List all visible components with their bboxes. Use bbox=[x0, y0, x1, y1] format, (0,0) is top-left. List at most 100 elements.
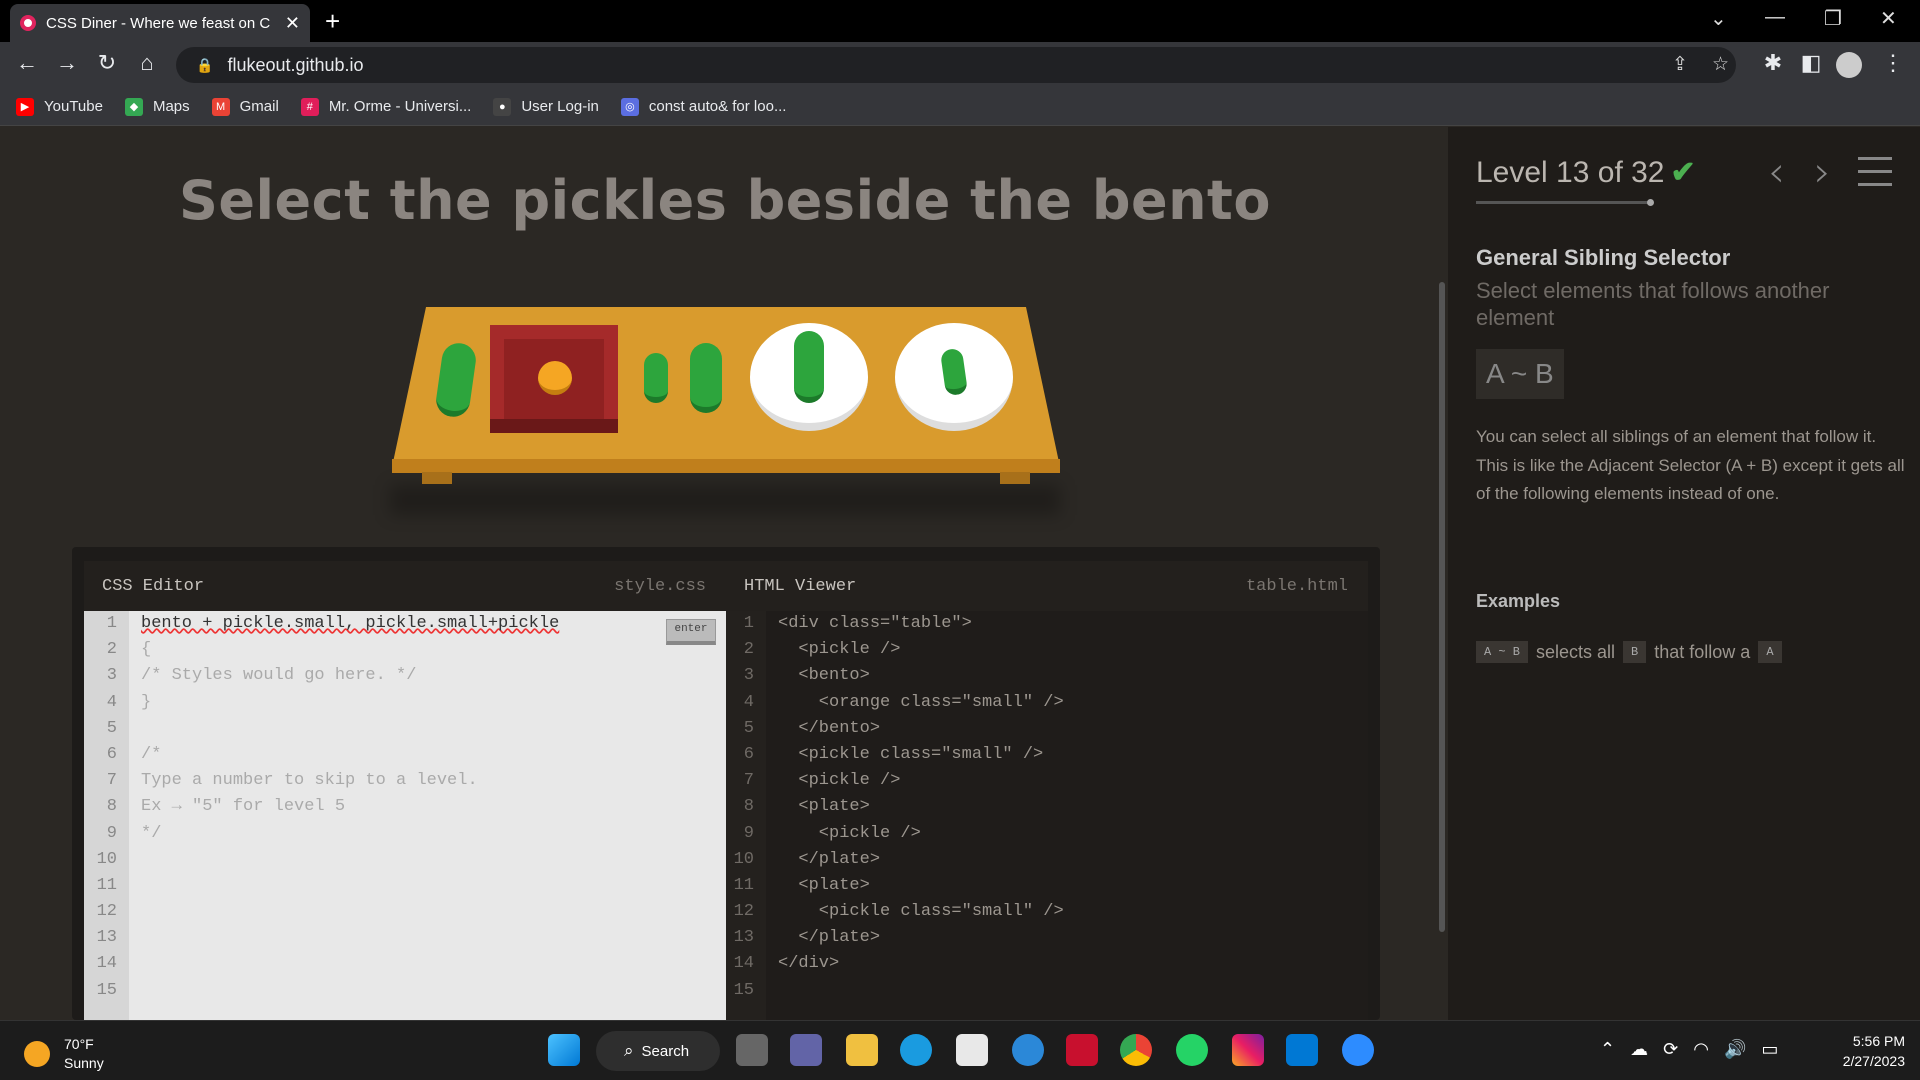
html-line bbox=[778, 978, 1064, 1004]
html-line-number: 8 bbox=[743, 797, 754, 817]
share-icon[interactable]: ⇪ bbox=[1672, 53, 1688, 76]
close-tab-icon[interactable]: ✕ bbox=[285, 13, 300, 34]
onedrive-icon[interactable]: ☁ bbox=[1630, 1039, 1648, 1059]
html-line-number: 10 bbox=[733, 849, 754, 869]
weather-widget[interactable]: 70°F Sunny bbox=[24, 1035, 104, 1073]
css-line-number: 11 bbox=[96, 875, 117, 895]
pickle-small-on-plate-2[interactable] bbox=[939, 347, 969, 397]
css-line: } bbox=[141, 692, 152, 712]
chrome-icon[interactable] bbox=[1120, 1034, 1152, 1066]
css-line-number: 4 bbox=[106, 692, 117, 712]
next-level-icon[interactable]: › bbox=[1814, 147, 1831, 196]
css-line: { bbox=[141, 640, 152, 660]
vscode-icon[interactable] bbox=[1286, 1034, 1318, 1066]
start-icon[interactable] bbox=[548, 1034, 580, 1066]
html-line-number: 11 bbox=[733, 875, 754, 895]
battery-icon[interactable]: ▭ bbox=[1761, 1039, 1778, 1059]
bookmark-slack[interactable]: # Mr. Orme - Universi... bbox=[300, 97, 471, 116]
sun-icon bbox=[24, 1041, 50, 1067]
html-line-number: 4 bbox=[743, 692, 754, 712]
whatsapp-icon[interactable] bbox=[1176, 1034, 1208, 1066]
new-tab-button[interactable]: + bbox=[325, 6, 340, 37]
task-view-icon[interactable] bbox=[736, 1034, 768, 1066]
html-line-number: 2 bbox=[743, 640, 754, 660]
close-window-icon[interactable]: ✕ bbox=[1880, 6, 1897, 31]
pickle-small[interactable] bbox=[644, 353, 668, 403]
enter-button[interactable]: enter bbox=[666, 619, 716, 645]
reload-icon[interactable]: ↻ bbox=[92, 50, 122, 76]
help-icon[interactable] bbox=[1012, 1034, 1044, 1066]
tray-chevron-icon[interactable]: ⌃ bbox=[1600, 1039, 1615, 1059]
teams-chat-icon[interactable] bbox=[790, 1034, 822, 1066]
orange-small[interactable] bbox=[538, 361, 572, 395]
plate-2[interactable] bbox=[895, 323, 1013, 431]
html-line-number: 13 bbox=[733, 928, 754, 948]
html-line-number: 7 bbox=[743, 771, 754, 791]
stackoverflow-icon: ◎ bbox=[620, 97, 639, 116]
sync-icon[interactable]: ⟳ bbox=[1663, 1039, 1678, 1059]
game-scrollbar[interactable] bbox=[1439, 282, 1445, 932]
pickle-on-plate-1[interactable] bbox=[794, 331, 824, 403]
html-line: <div class="table"> bbox=[778, 614, 972, 633]
html-line: <pickle /> bbox=[778, 823, 921, 843]
clock[interactable]: 5:56 PM 2/27/2023 bbox=[1815, 1031, 1905, 1071]
profile-avatar[interactable] bbox=[1836, 52, 1862, 78]
tab-search-chevron-icon[interactable]: ⌄ bbox=[1710, 6, 1727, 31]
forward-icon[interactable]: → bbox=[52, 50, 82, 76]
level-indicator: Level 13 of 32 ✔ bbox=[1476, 155, 1696, 190]
bookmark-maps[interactable]: ◆ Maps bbox=[124, 97, 190, 116]
level-menu-icon[interactable] bbox=[1858, 157, 1892, 196]
instagram-icon[interactable] bbox=[1232, 1034, 1264, 1066]
volume-icon[interactable]: 🔊 bbox=[1724, 1039, 1746, 1059]
html-line: <pickle class="small" /> bbox=[778, 744, 1044, 764]
html-filename: table.html bbox=[1245, 576, 1348, 596]
wifi-icon[interactable]: ◠ bbox=[1693, 1039, 1709, 1059]
bookmark-user-login[interactable]: ● User Log-in bbox=[493, 97, 599, 116]
slack-icon: # bbox=[300, 97, 319, 116]
taskbar-search[interactable]: ⌕ Search bbox=[596, 1031, 720, 1071]
bento-box[interactable] bbox=[490, 325, 618, 433]
css-code: bento + pickle.small, pickle.small+pickl… bbox=[141, 611, 559, 847]
bookmark-gmail[interactable]: M Gmail bbox=[211, 97, 279, 116]
css-line: Ex → "5" for level 5 bbox=[141, 797, 346, 817]
bookmark-const-auto[interactable]: ◎ const auto& for loo... bbox=[620, 97, 786, 116]
css-selector-input[interactable]: bento + pickle.small, pickle.small+pickl… bbox=[141, 614, 559, 633]
bookmark-youtube[interactable]: ▶ YouTube bbox=[16, 97, 103, 116]
extensions-icon[interactable]: ✱ bbox=[1758, 50, 1788, 76]
edge-icon[interactable] bbox=[900, 1034, 932, 1066]
table-leg-right bbox=[1000, 472, 1030, 484]
bookmark-star-icon[interactable]: ☆ bbox=[1712, 53, 1729, 76]
css-line bbox=[141, 716, 559, 742]
zoom-icon[interactable] bbox=[1342, 1034, 1374, 1066]
css-diner-favicon-icon bbox=[20, 15, 36, 31]
mcafee-icon[interactable] bbox=[1066, 1034, 1098, 1066]
side-panel-icon[interactable]: ◧ bbox=[1796, 50, 1826, 76]
dinner-table bbox=[392, 307, 1060, 484]
example-line: A ~ B selects all B that follow a A bbox=[1476, 641, 1790, 663]
css-line-number: 10 bbox=[96, 849, 117, 869]
restore-icon[interactable]: ❐ bbox=[1824, 6, 1842, 31]
plate-1[interactable] bbox=[750, 323, 868, 431]
browser-tab[interactable]: CSS Diner - Where we feast on C ✕ bbox=[10, 4, 310, 42]
previous-level-icon[interactable]: ‹ bbox=[1768, 147, 1785, 196]
css-filename: style.css bbox=[614, 576, 706, 596]
css-line-number: 2 bbox=[106, 640, 117, 660]
search-label: Search bbox=[641, 1042, 690, 1060]
example-code-a: A bbox=[1758, 641, 1782, 663]
css-line-numbers: 1 2 3 4 5 6 7 8 9 10 11 12 13 14 15 bbox=[84, 611, 129, 1020]
address-bar[interactable]: 🔒 flukeout.github.io ⇪ ☆ bbox=[176, 47, 1736, 83]
html-line: <pickle /> bbox=[778, 640, 901, 660]
html-line: <orange class="small" /> bbox=[778, 692, 1064, 712]
menu-kebab-icon[interactable]: ⋮ bbox=[1878, 50, 1908, 76]
html-line: <pickle /> bbox=[778, 771, 901, 791]
html-line-number: 15 bbox=[733, 980, 754, 1000]
home-icon[interactable]: ⌂ bbox=[132, 50, 162, 76]
css-editor-body[interactable]: 1 2 3 4 5 6 7 8 9 10 11 12 13 14 15 bento + pickle.sma… bbox=[84, 611, 726, 1020]
file-explorer-icon[interactable] bbox=[846, 1034, 878, 1066]
css-line: */ bbox=[141, 823, 162, 843]
back-icon[interactable]: ← bbox=[12, 50, 42, 76]
microsoft-store-icon[interactable] bbox=[956, 1034, 988, 1066]
minimize-icon[interactable]: — bbox=[1765, 6, 1785, 29]
css-line: Type a number to skip to a level. bbox=[141, 771, 478, 791]
pickle-2[interactable] bbox=[690, 343, 722, 413]
